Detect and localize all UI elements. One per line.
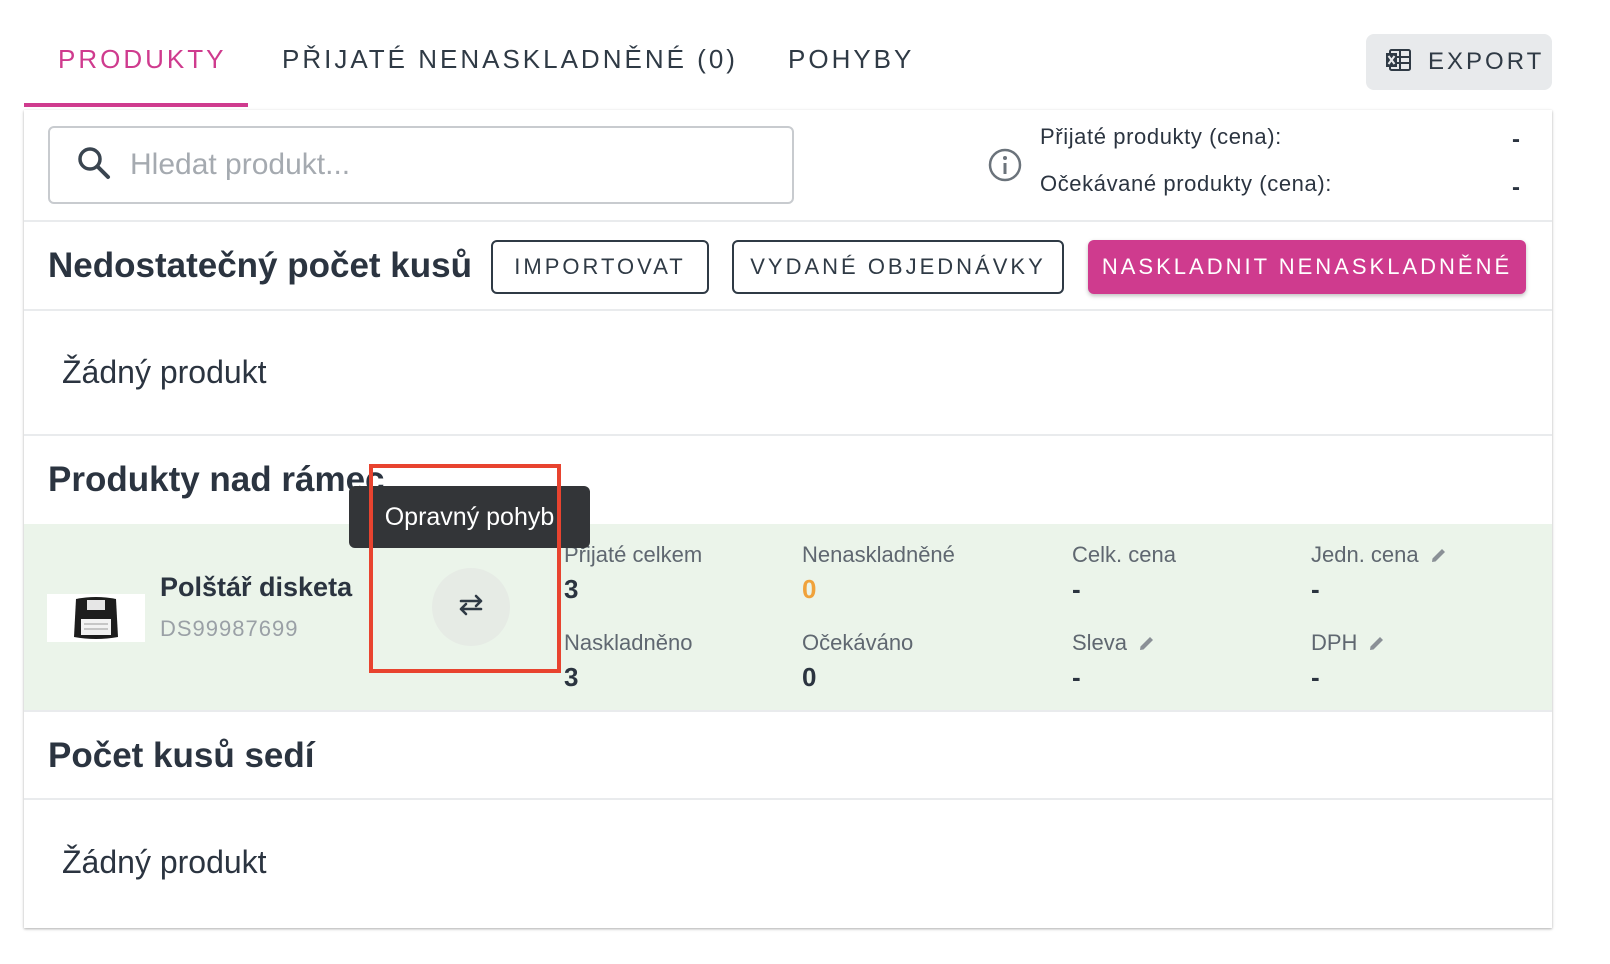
divider: [24, 798, 1552, 800]
matching-title: Počet kusů sedí: [48, 736, 315, 775]
product-code: DS99987699: [160, 616, 299, 641]
product-image[interactable]: [47, 594, 145, 642]
unit-price-value: -: [1311, 574, 1320, 604]
vat-value: -: [1311, 662, 1320, 692]
received-price-label: Přijaté produkty (cena):: [1040, 124, 1282, 149]
search-input[interactable]: [130, 148, 750, 182]
received-price-value: -: [1512, 126, 1520, 153]
expected-label: Očekáváno: [802, 630, 914, 655]
total-price-label: Celk. cena: [1072, 542, 1176, 567]
unit-price-label: Jedn. cena: [1311, 542, 1419, 567]
search-icon: [76, 145, 112, 186]
divider: [24, 710, 1552, 712]
unstocked-value: 0: [802, 574, 817, 604]
stock-unstocked-button[interactable]: NASKLADNIT NENASKLADNĚNÉ: [1088, 240, 1526, 294]
stocked-label: Naskladněno: [564, 630, 693, 655]
active-tab-indicator: [24, 103, 248, 107]
vat-label: DPH: [1311, 630, 1358, 655]
discount-label: Sleva: [1072, 630, 1128, 655]
vat-field: DPH: [1311, 630, 1387, 656]
export-button[interactable]: EXPORT: [1366, 34, 1552, 90]
divider: [24, 220, 1552, 222]
product-name[interactable]: Polštář disketa: [160, 572, 352, 603]
discount-field: Sleva: [1072, 630, 1157, 656]
excel-icon: [1386, 48, 1412, 77]
product-row: Polštář disketa DS99987699 Přijaté celke…: [24, 524, 1552, 710]
received-total-value: 3: [564, 574, 579, 604]
unstocked-label: Nenaskladněné: [802, 542, 955, 567]
tab-prijate-nenaskladnene[interactable]: PŘIJATÉ NENASKLADNĚNÉ (0): [282, 44, 738, 75]
export-label: EXPORT: [1428, 48, 1545, 75]
expected-price-label: Očekávané produkty (cena):: [1040, 171, 1332, 196]
insufficient-empty-text: Žádný produkt: [62, 354, 267, 390]
import-button[interactable]: IMPORTOVAT: [491, 240, 709, 294]
tab-bar: PRODUKTY PŘIJATÉ NENASKLADNĚNÉ (0) POHYB…: [24, 0, 1600, 110]
edit-discount-icon[interactable]: [1137, 633, 1157, 653]
stocked-value: 3: [564, 662, 579, 692]
info-icon[interactable]: [988, 148, 1022, 187]
edit-unit-price-icon[interactable]: [1429, 545, 1449, 565]
highlight-box: [369, 464, 561, 673]
products-card: Přijaté produkty (cena): - Očekávané pro…: [24, 110, 1552, 928]
over-title: Produkty nad rámec: [48, 460, 385, 499]
insufficient-title: Nedostatečný počet kusů: [48, 246, 472, 285]
divider: [24, 309, 1552, 311]
divider: [24, 434, 1552, 436]
search-box: [48, 126, 794, 204]
edit-vat-icon[interactable]: [1367, 633, 1387, 653]
issued-orders-button[interactable]: VYDANÉ OBJEDNÁVKY: [732, 240, 1064, 294]
tab-produkty[interactable]: PRODUKTY: [58, 44, 226, 75]
discount-value: -: [1072, 662, 1081, 692]
expected-value: 0: [802, 662, 817, 692]
matching-empty-text: Žádný produkt: [62, 844, 267, 880]
tab-pohyby[interactable]: POHYBY: [788, 44, 914, 75]
unit-price-field: Jedn. cena: [1311, 542, 1449, 568]
total-price-value: -: [1072, 574, 1081, 604]
expected-price-value: -: [1512, 174, 1520, 201]
